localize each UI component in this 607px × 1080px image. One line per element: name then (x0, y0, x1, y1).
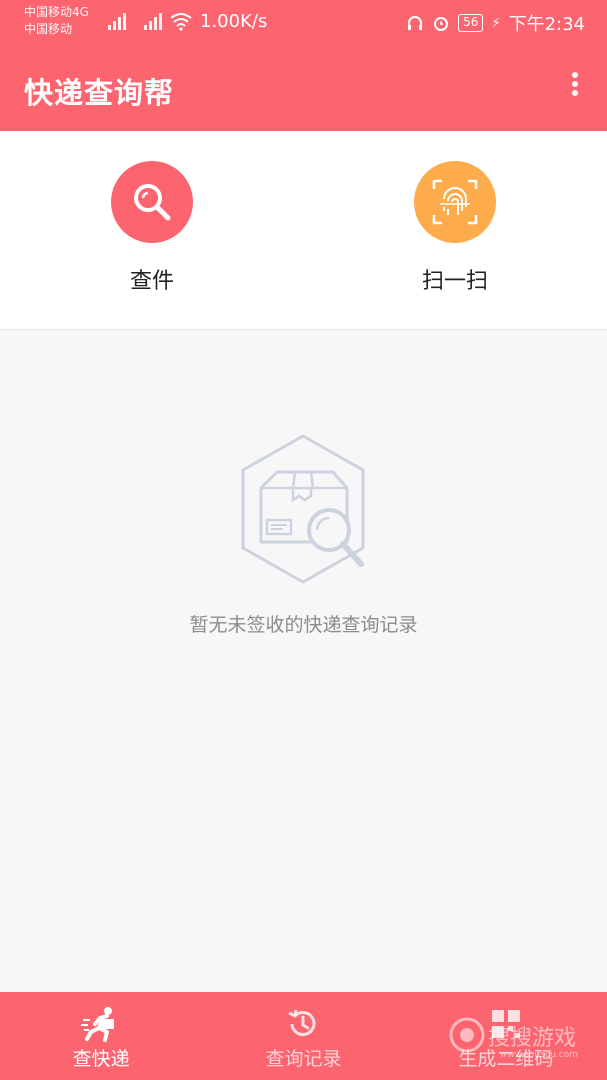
history-icon (202, 1006, 404, 1042)
app-bar: 快递查询帮 (0, 44, 607, 131)
package-search-icon (241, 434, 365, 584)
empty-message: 暂无未签收的快递查询记录 (189, 614, 418, 636)
fingerprint-scan-icon (414, 161, 496, 243)
watermark-logo-icon (449, 1017, 485, 1053)
scan-label: 扫一扫 (421, 269, 488, 294)
query-package-button[interactable]: 查件 (72, 161, 232, 295)
scan-button[interactable]: 扫一扫 (375, 161, 535, 295)
nav-query-express[interactable]: 查快递 (0, 992, 202, 1080)
more-vertical-icon[interactable] (565, 72, 585, 102)
alarm-icon (434, 17, 449, 31)
watermark-text: 搜搜游戏 (488, 1026, 577, 1051)
empty-state: 暂无未签收的快递查询记录 (0, 330, 607, 992)
courier-runner-icon (0, 1006, 202, 1042)
status-right: 56 ⚡ 下午2:34 (406, 10, 585, 36)
search-icon (111, 161, 193, 243)
headphones-icon (408, 16, 423, 30)
net-speed: 1.00K/s (200, 11, 268, 32)
charging-icon: ⚡ (491, 15, 501, 31)
clock: 下午2:34 (508, 14, 585, 35)
carrier-info: 中国移动4G 中国移动 (24, 4, 89, 38)
wifi-icon (170, 13, 192, 31)
nav-history[interactable]: 查询记录 (202, 992, 404, 1080)
nav-label: 查快递 (72, 1048, 130, 1070)
carrier-line-1: 中国移动4G (24, 5, 89, 19)
battery-level: 56 (458, 14, 484, 32)
watermark: 搜搜游戏 www.sousou.com (448, 1006, 593, 1068)
signal-icon (108, 10, 126, 30)
status-bar: 中国移动4G 中国移动 1.00K/s 56 ⚡ 下午2:34 (0, 0, 607, 44)
query-package-label: 查件 (129, 269, 174, 294)
app-title: 快递查询帮 (24, 76, 175, 110)
nav-label: 查询记录 (265, 1048, 342, 1070)
carrier-line-2: 中国移动 (24, 22, 73, 36)
watermark-url: www.sousou.com (500, 1050, 578, 1060)
signal-icon (144, 10, 162, 30)
action-panel: 查件 扫一扫 (0, 131, 607, 330)
